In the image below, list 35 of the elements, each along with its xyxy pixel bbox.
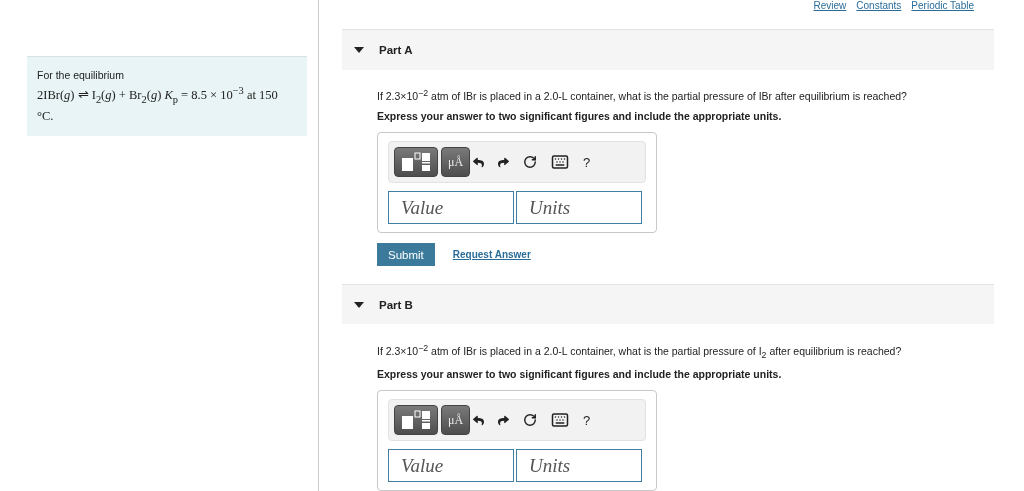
problem-intro: For the equilibrium	[37, 69, 125, 81]
keyboard-button[interactable]	[551, 153, 570, 172]
undo-button[interactable]	[473, 156, 485, 168]
value-field[interactable]: Value	[388, 191, 514, 225]
instruction-text: Express your answer to two significant figures and include the appropriate units.	[377, 368, 783, 380]
question-text: If 2.3×10$^{−2}$ atm of IBr is placed in a 2.0-L container, what is the partial pressure of I$_{2}$ after equilibrium is reached?	[377, 342, 903, 360]
units-button[interactable]: μÅ	[441, 405, 471, 435]
request-answer-link[interactable]: Request Answer	[452, 249, 531, 261]
submit-button[interactable]: Submit	[377, 243, 435, 267]
template-icon	[401, 152, 431, 173]
redo-button[interactable]	[498, 156, 510, 168]
value-field[interactable]: Value	[388, 449, 514, 482]
header-link[interactable]: Review	[813, 0, 847, 11]
part-header[interactable]: Part A	[342, 29, 994, 70]
undo-button[interactable]	[473, 414, 485, 426]
help-button[interactable]: ?	[583, 412, 591, 428]
instruction-text: Express your answer to two significant figures and include the appropriate units.	[377, 110, 783, 123]
units-field[interactable]: Units	[516, 449, 642, 482]
part-title: Part B	[379, 298, 413, 311]
keyboard-button[interactable]	[551, 411, 570, 429]
header-link[interactable]: Constants	[856, 0, 902, 11]
template-icon	[401, 410, 431, 430]
help-button[interactable]: ?	[583, 154, 591, 170]
template-button[interactable]	[394, 147, 438, 178]
part-title: Part A	[379, 44, 413, 57]
reset-button[interactable]	[523, 155, 538, 170]
template-button[interactable]	[394, 405, 438, 435]
part-header[interactable]: Part B	[342, 284, 994, 325]
redo-button[interactable]	[498, 414, 510, 426]
units-field[interactable]: Units	[516, 191, 642, 225]
question-text: If 2.3×10$^{−2}$ atm of IBr is placed in a 2.0-L container, what is the partial pressure of IBr after equilibrium is reached?	[377, 87, 908, 103]
equilibrium-equation: 2IBr(g) ⇌ I$_{2}$(g) + Br$_{2}$(g) K$_{p}$ = 8.5 × 10$^{−3}$ at 150 °C.	[37, 84, 279, 124]
units-button[interactable]: μÅ	[441, 147, 471, 178]
header-link[interactable]: Periodic Table	[911, 0, 974, 11]
reset-button[interactable]	[523, 413, 538, 427]
